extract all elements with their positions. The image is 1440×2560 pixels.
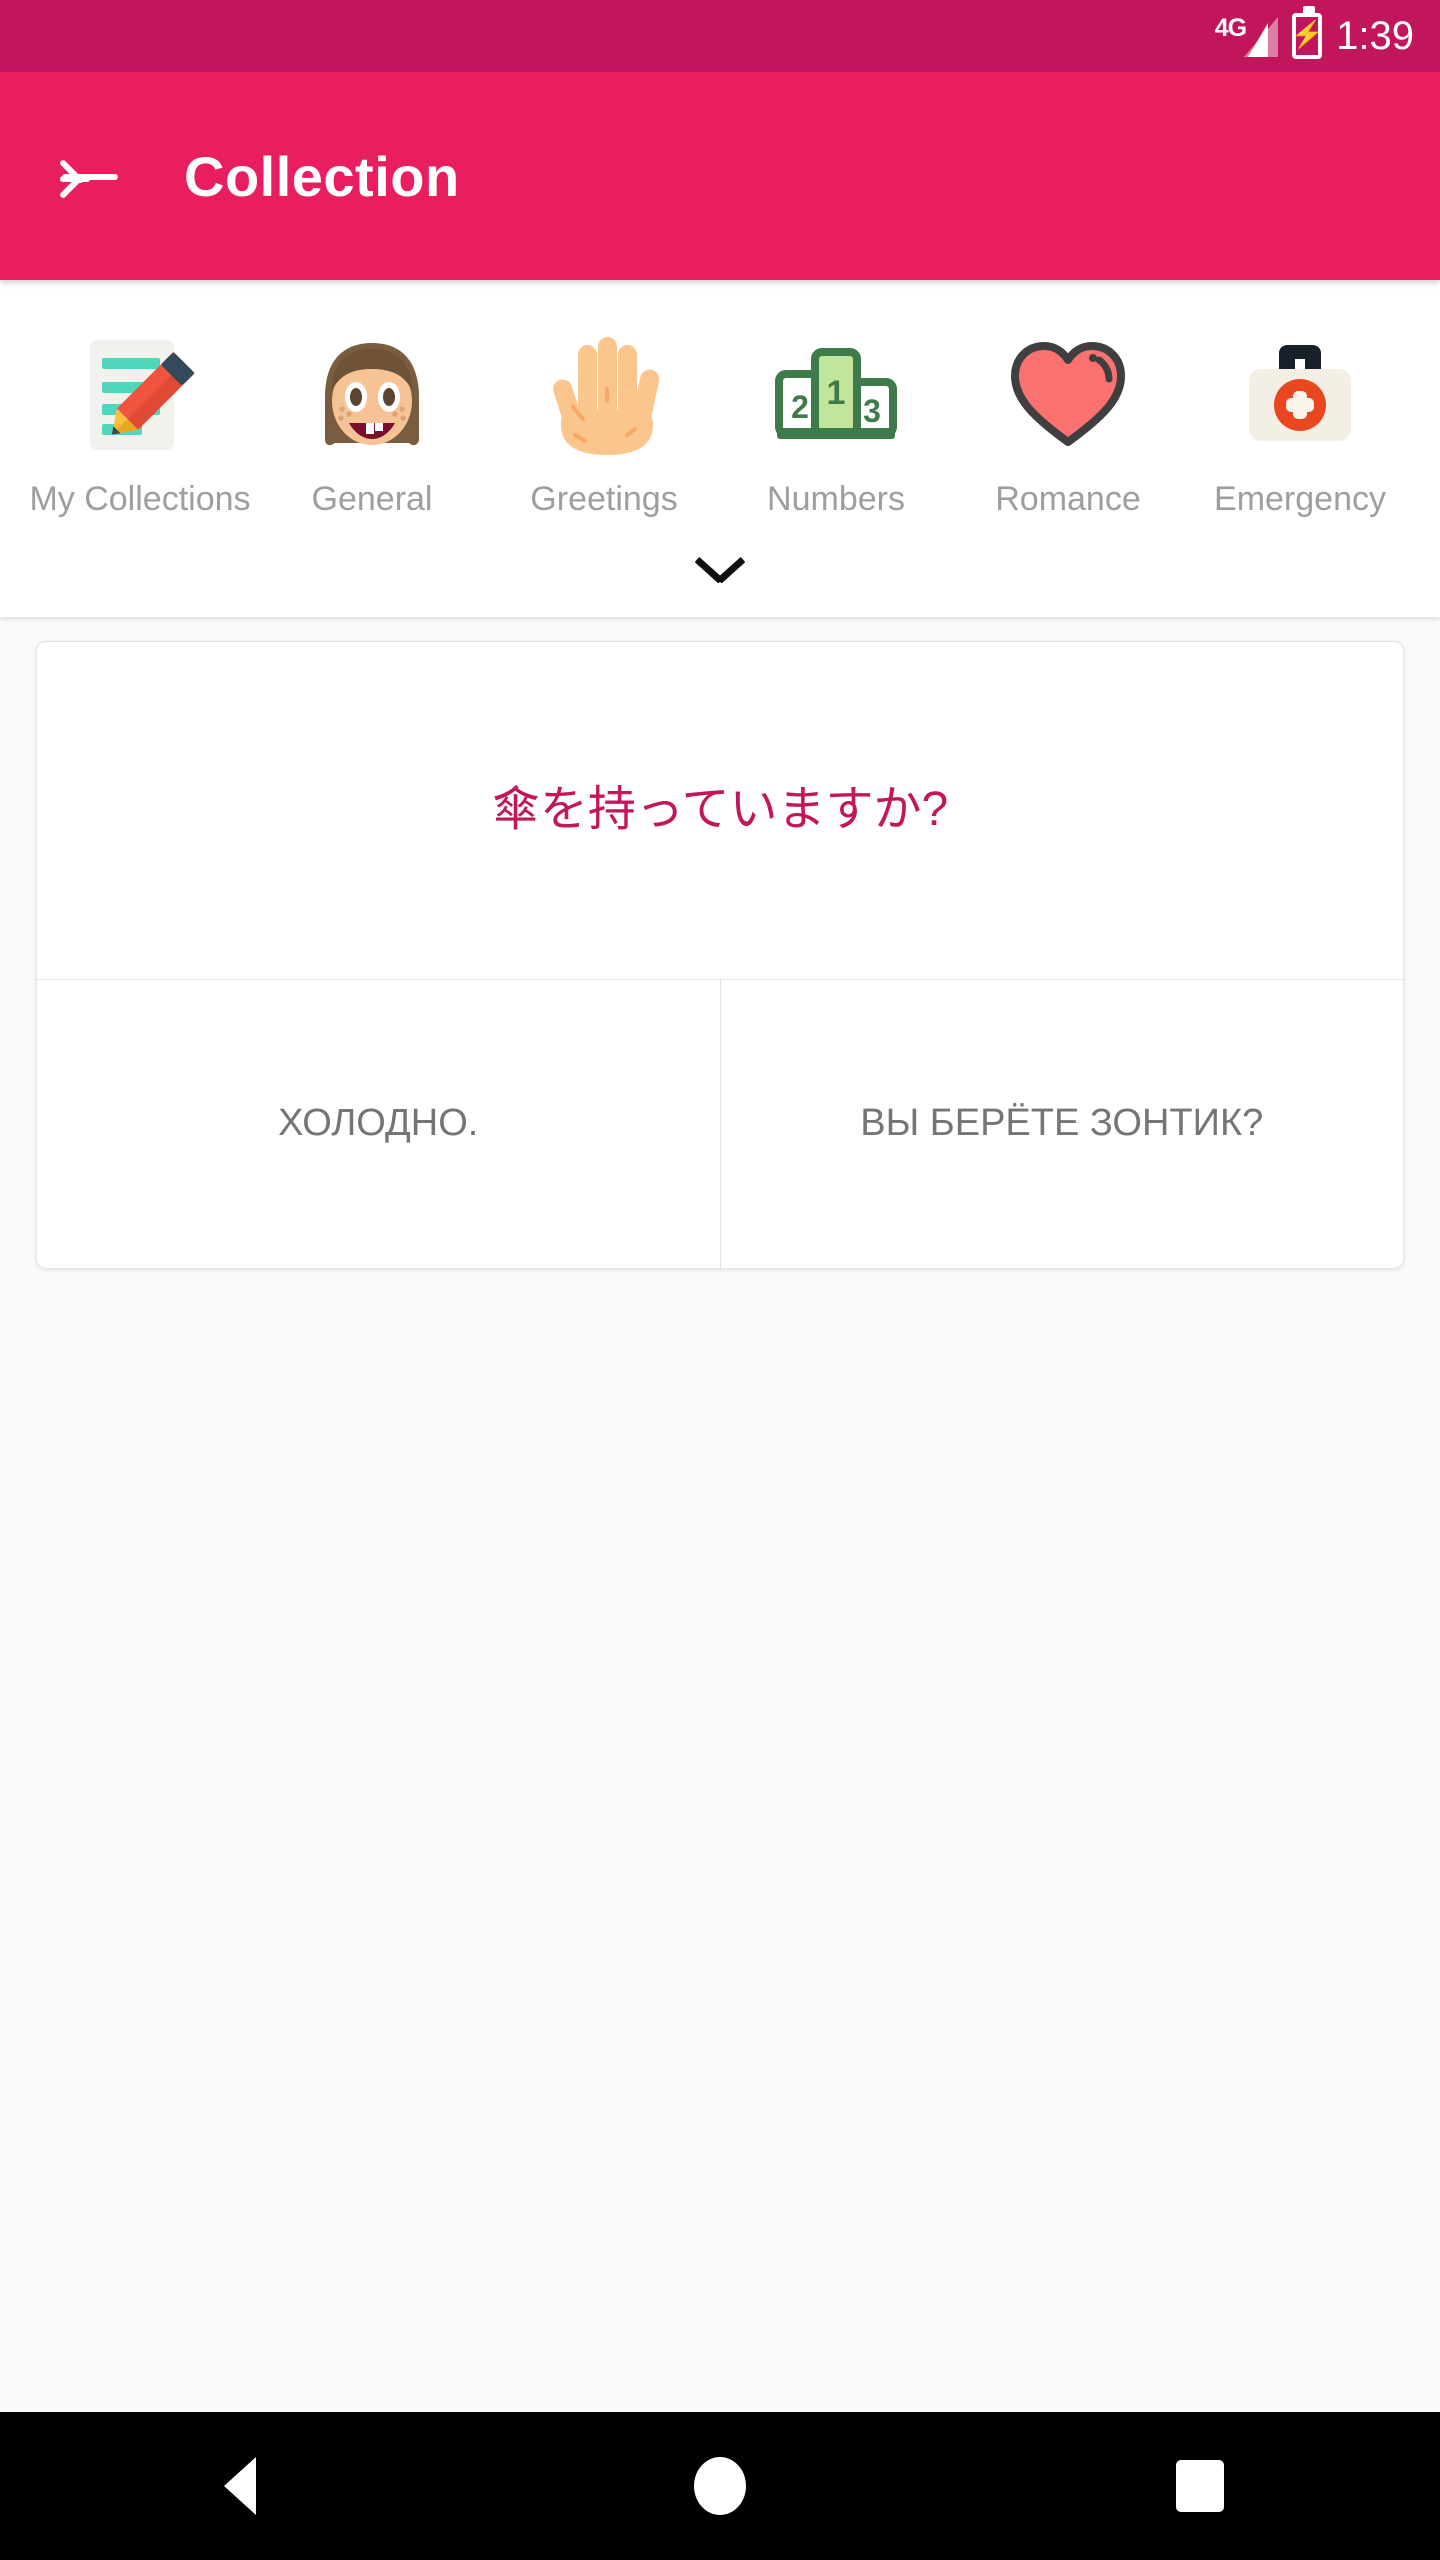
svg-text:1: 1: [827, 374, 846, 412]
category-item-general[interactable]: General: [256, 320, 488, 521]
category-item-numbers[interactable]: 2 1 3 Numbers: [720, 320, 952, 521]
heart-icon: [994, 320, 1142, 468]
square-recents-icon: [1176, 2460, 1224, 2512]
nav-back-button[interactable]: [165, 2412, 315, 2560]
podium-icon: 2 1 3: [762, 320, 910, 468]
phrase-options-row: ХОЛОДНО. ВЫ БЕРЁТЕ ЗОНТИК?: [37, 979, 1404, 1268]
phrase-question-text: 傘を持っていますか?: [491, 782, 949, 836]
app-bar: Collection: [0, 72, 1440, 280]
phrase-option-right[interactable]: ВЫ БЕРЁТЕ ЗОНТИК?: [719, 979, 1404, 1268]
phrase-question-area[interactable]: 傘を持っていますか?: [37, 642, 1403, 980]
battery-charging-icon: ⚡: [1291, 6, 1323, 59]
category-label: Greetings: [530, 480, 678, 518]
phone-screen: 4G ⚡ 1:39 Collection My Collections Gene…: [0, 0, 1440, 2560]
back-button-icon[interactable]: [58, 145, 122, 207]
category-label: General: [311, 480, 433, 518]
memo-pencil-icon: [66, 320, 214, 468]
phrase-option-left[interactable]: ХОЛОДНО.: [37, 980, 720, 1268]
chevron-down-icon: [694, 556, 746, 584]
circle-home-icon: [694, 2457, 746, 2515]
status-bar-clock: 1:39: [1336, 13, 1414, 58]
page-title: Collection: [184, 144, 460, 208]
category-label: My Collections: [29, 480, 251, 518]
girl-face-icon: [298, 320, 446, 468]
phrase-card: 傘を持っていますか? ХОЛОДНО. ВЫ БЕРЁТЕ ЗОНТИК?: [36, 640, 1404, 1269]
content-background: [0, 1460, 1440, 2412]
signal-bars-icon: [1244, 17, 1279, 57]
category-row: My Collections General Greetings 2 1 3 N…: [0, 320, 1440, 521]
category-panel: My Collections General Greetings 2 1 3 N…: [0, 280, 1440, 617]
category-item-romance[interactable]: Romance: [952, 320, 1184, 521]
android-nav-bar: [0, 2412, 1440, 2560]
nav-recents-button[interactable]: [1125, 2412, 1275, 2560]
category-item-greetings[interactable]: Greetings: [488, 320, 720, 521]
category-item-emergency[interactable]: Emergency: [1184, 320, 1416, 521]
first-aid-kit-icon: [1226, 320, 1374, 468]
svg-text:2: 2: [791, 389, 809, 425]
category-label: Emergency: [1214, 480, 1386, 518]
nav-home-button[interactable]: [645, 2412, 795, 2560]
triangle-back-icon: [224, 2457, 256, 2515]
network-label: 4G: [1214, 14, 1247, 42]
status-bar: 4G ⚡ 1:39: [0, 0, 1440, 72]
network-indicator: 4G: [1214, 14, 1279, 57]
expand-categories-button[interactable]: [0, 521, 1440, 617]
svg-text:3: 3: [863, 393, 881, 429]
category-item-my-collections[interactable]: My Collections: [24, 320, 256, 521]
raised-hand-icon: [530, 320, 678, 468]
category-label: Numbers: [767, 480, 905, 518]
category-label: Romance: [995, 480, 1141, 518]
